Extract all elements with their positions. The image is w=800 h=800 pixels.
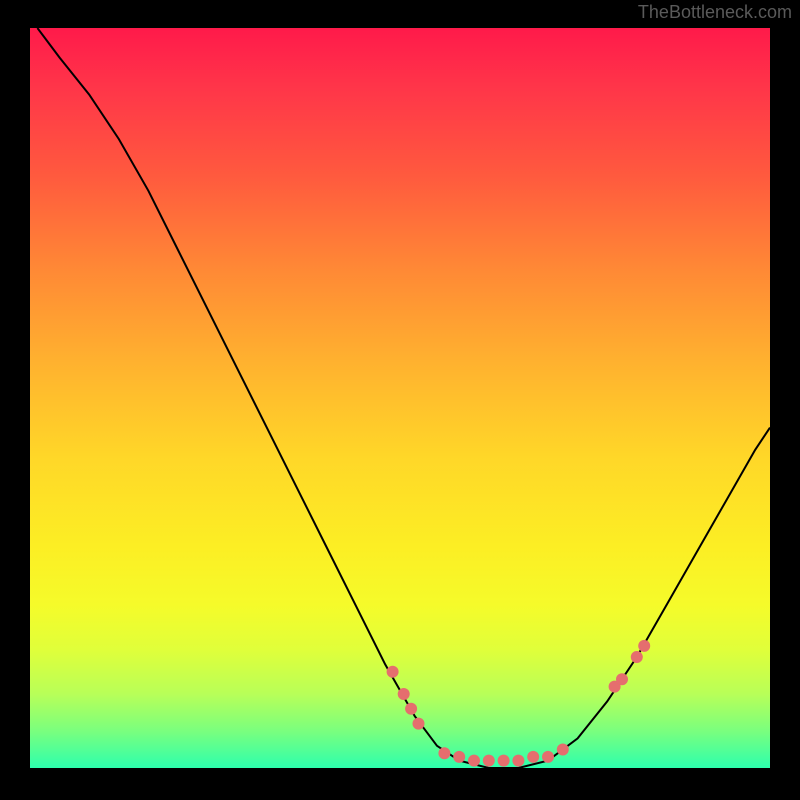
scatter-point: [557, 744, 569, 756]
attribution-text: TheBottleneck.com: [638, 2, 792, 23]
plot-area: [30, 28, 770, 768]
scatter-point: [638, 640, 650, 652]
scatter-point: [483, 755, 495, 767]
scatter-point: [398, 688, 410, 700]
scatter-point: [512, 755, 524, 767]
scatter-point: [631, 651, 643, 663]
scatter-point: [542, 751, 554, 763]
scatter-point: [387, 666, 399, 678]
scatter-point: [616, 673, 628, 685]
scatter-group: [387, 640, 651, 767]
scatter-point: [453, 751, 465, 763]
chart-svg: [30, 28, 770, 768]
scatter-point: [413, 718, 425, 730]
chart-frame: TheBottleneck.com: [0, 0, 800, 800]
scatter-point: [498, 755, 510, 767]
scatter-point: [438, 747, 450, 759]
bottleneck-curve: [37, 28, 770, 768]
scatter-point: [527, 751, 539, 763]
scatter-point: [468, 755, 480, 767]
scatter-point: [405, 703, 417, 715]
